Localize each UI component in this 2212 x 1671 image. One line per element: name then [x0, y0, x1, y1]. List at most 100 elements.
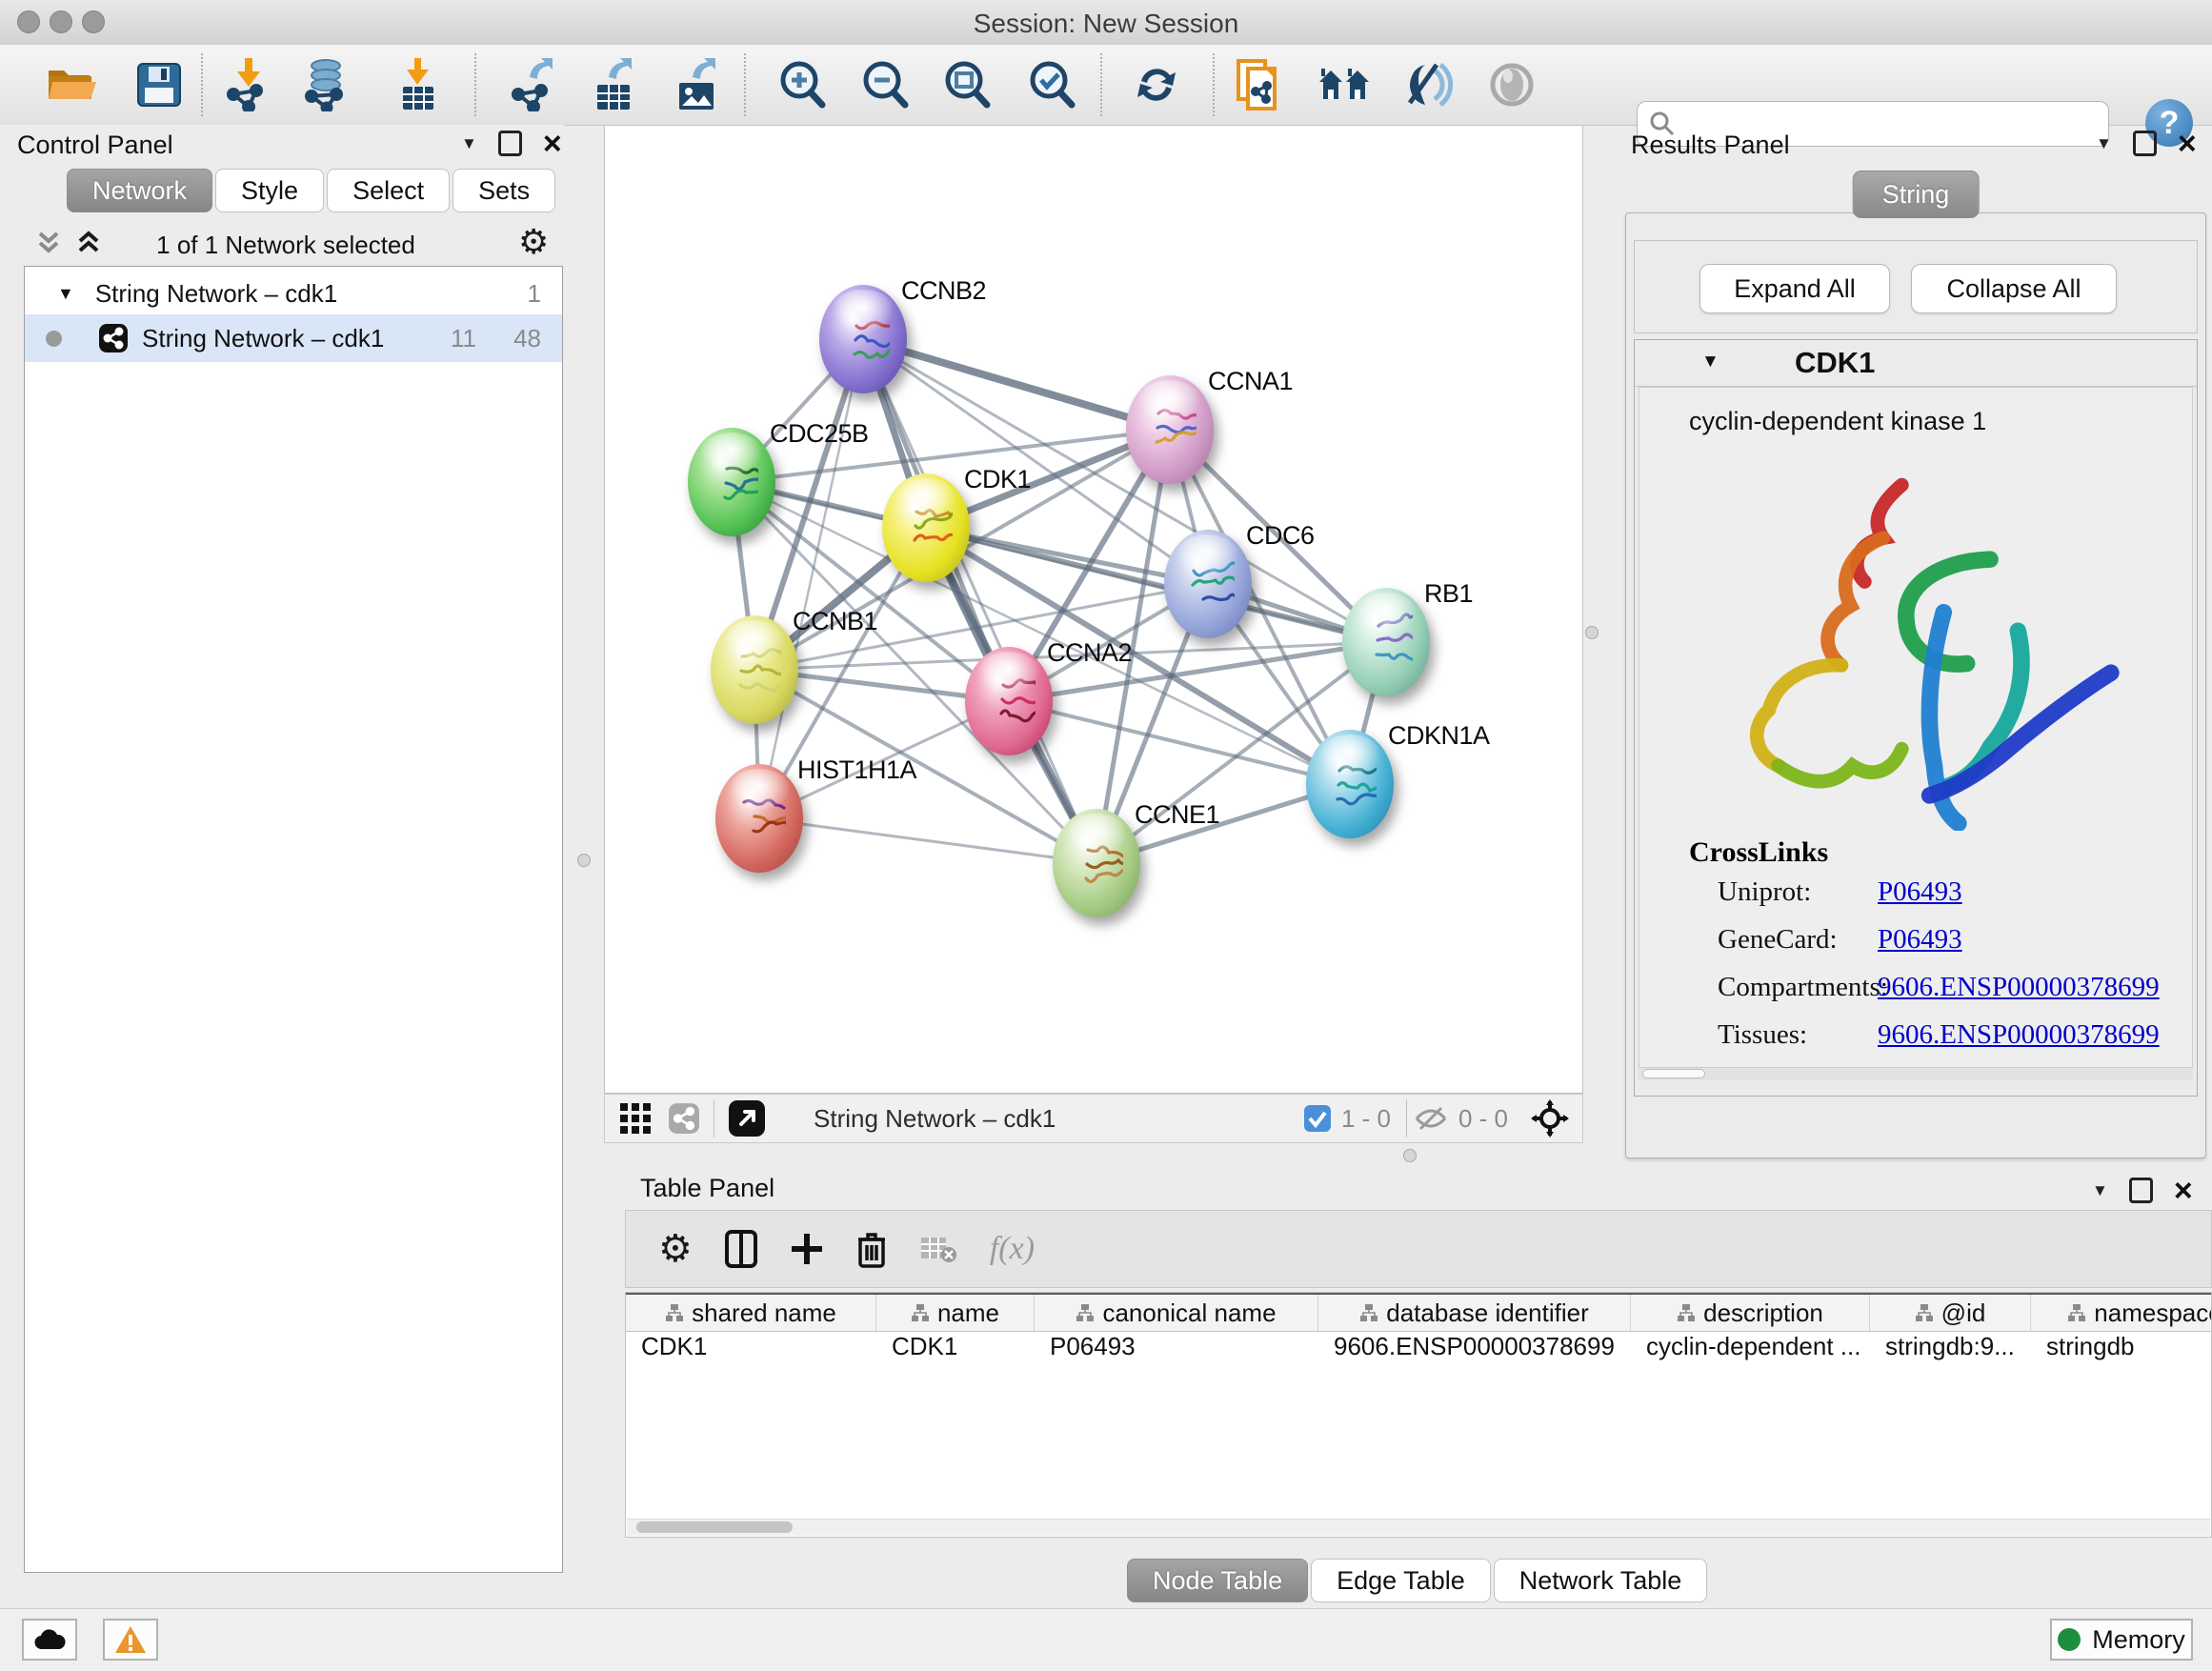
open-in-window-icon[interactable]	[728, 1099, 766, 1137]
crosslink-value-link[interactable]: 9606.ENSP00000378699	[1878, 1019, 2160, 1051]
bottom-splitter-handle[interactable]	[1403, 1149, 1417, 1162]
tab-sets[interactable]: Sets	[452, 169, 555, 212]
gene-expander-icon[interactable]: ▼	[1701, 352, 1719, 372]
export-network-icon[interactable]	[506, 57, 561, 112]
network-node-cdc6[interactable]	[1164, 530, 1252, 638]
clone-network-icon[interactable]	[1232, 57, 1287, 112]
results-panel-title: Results Panel	[1631, 131, 1790, 160]
collapse-all-button[interactable]: Collapse All	[1911, 264, 2117, 313]
panel-menu-icon[interactable]: ▼	[461, 134, 477, 153]
network-node-ccna1[interactable]	[1126, 375, 1214, 484]
tab-select[interactable]: Select	[327, 169, 450, 212]
gene-card-scrollbar[interactable]	[1639, 1067, 2193, 1080]
hide-panels-icon[interactable]	[1401, 57, 1457, 112]
table-horizontal-scrollbar[interactable]	[627, 1519, 2210, 1536]
table-cell: stringdb:9...	[1870, 1332, 2031, 1366]
expand-all-button[interactable]: Expand All	[1699, 264, 1890, 313]
tab-node-table[interactable]: Node Table	[1127, 1559, 1308, 1602]
close-panel-icon[interactable]: ×	[2178, 134, 2197, 153]
panel-menu-icon[interactable]: ▼	[2092, 1181, 2108, 1200]
network-options-gear-icon[interactable]: ⚙	[518, 226, 549, 260]
column-header-namespace[interactable]: namespace	[2031, 1295, 2212, 1331]
zoom-fit-icon[interactable]	[939, 57, 995, 112]
network-node-ccnb1[interactable]	[711, 615, 798, 724]
warning-status-button[interactable]	[103, 1619, 158, 1661]
collection-label: String Network – cdk1	[95, 279, 337, 309]
save-session-icon[interactable]	[131, 57, 187, 112]
show-columns-icon[interactable]	[725, 1230, 757, 1268]
column-header-database-identifier[interactable]: database identifier	[1318, 1295, 1631, 1331]
import-network-icon[interactable]	[221, 57, 276, 112]
grid-view-icon[interactable]	[618, 1101, 653, 1136]
zoom-selected-icon[interactable]	[1024, 57, 1079, 112]
network-node-ccna2[interactable]	[965, 647, 1053, 755]
memory-button[interactable]: Memory	[2050, 1619, 2193, 1661]
tab-network[interactable]: Network	[67, 169, 212, 212]
presentation-icon[interactable]	[1484, 57, 1539, 112]
column-header-@id[interactable]: @id	[1870, 1295, 2031, 1331]
right-splitter-handle[interactable]	[1585, 626, 1599, 639]
session-home-icon[interactable]	[1317, 57, 1373, 112]
hidden-eye-icon[interactable]	[1413, 1104, 1449, 1133]
network-node-rb1[interactable]	[1342, 588, 1430, 696]
table-cell: cyclin-dependent ...	[1631, 1332, 1870, 1366]
network-node-cdkn1a[interactable]	[1306, 730, 1394, 838]
refresh-icon[interactable]	[1129, 57, 1184, 112]
zoom-out-icon[interactable]	[857, 57, 913, 112]
titlebar: Session: New Session	[0, 0, 2212, 46]
float-panel-icon[interactable]	[2129, 1178, 2153, 1203]
import-network-database-icon[interactable]	[298, 57, 353, 112]
float-panel-icon[interactable]	[498, 131, 522, 156]
crosslink-row: Compartments:9606.ENSP00000378699	[1639, 972, 2192, 1019]
collapse-all-chevron-icon[interactable]	[34, 230, 63, 258]
gene-name: CDK1	[1795, 346, 1875, 380]
column-header-name[interactable]: name	[876, 1295, 1035, 1331]
left-splitter-handle[interactable]	[577, 854, 591, 867]
crosslink-value-link[interactable]: 9606.ENSP00000378699	[1878, 972, 2160, 1003]
table-options-gear-icon[interactable]: ⚙	[658, 1232, 693, 1266]
tab-edge-table[interactable]: Edge Table	[1311, 1559, 1491, 1602]
node-label-cdc6: CDC6	[1246, 521, 1315, 551]
crosslink-label: Tissues:	[1718, 1019, 1807, 1051]
collection-expander-icon[interactable]: ▼	[57, 284, 74, 304]
crosshair-icon[interactable]	[1531, 1099, 1569, 1137]
tab-string[interactable]: String	[1853, 171, 1980, 218]
float-panel-icon[interactable]	[2133, 131, 2157, 156]
network-node-cdk1[interactable]	[882, 473, 970, 582]
open-session-icon[interactable]	[44, 57, 99, 112]
network-node-ccnb2[interactable]	[819, 285, 907, 393]
tab-network-table[interactable]: Network Table	[1494, 1559, 1708, 1602]
zoom-in-icon[interactable]	[774, 57, 830, 112]
crosslink-value-link[interactable]: P06493	[1878, 924, 1962, 956]
column-header-canonical-name[interactable]: canonical name	[1035, 1295, 1318, 1331]
import-table-icon[interactable]	[390, 57, 445, 112]
cloud-status-button[interactable]	[22, 1619, 77, 1661]
toolbar-separator	[744, 53, 746, 116]
table-row[interactable]: CDK1CDK1P064939606.ENSP00000378699cyclin…	[626, 1332, 2212, 1366]
delete-column-icon[interactable]	[856, 1230, 887, 1268]
panel-menu-icon[interactable]: ▼	[2096, 134, 2112, 153]
string-app-icon[interactable]	[668, 1102, 700, 1135]
close-panel-icon[interactable]: ×	[543, 134, 562, 153]
selected-checkbox-icon[interactable]	[1303, 1104, 1332, 1133]
column-header-description[interactable]: description	[1631, 1295, 1870, 1331]
tab-style[interactable]: Style	[215, 169, 324, 212]
crosslink-value-link[interactable]: P06493	[1878, 876, 1962, 908]
network-node-cdc25b[interactable]	[688, 428, 775, 536]
node-gloss	[728, 769, 791, 813]
network-row[interactable]: String Network – cdk1 11 48	[25, 314, 562, 362]
export-image-icon[interactable]	[670, 57, 725, 112]
toolbar-separator	[201, 53, 203, 116]
export-table-icon[interactable]	[586, 57, 641, 112]
network-node-hist1h1a[interactable]	[715, 764, 803, 873]
close-panel-icon[interactable]: ×	[2174, 1181, 2193, 1200]
create-column-icon[interactable]	[790, 1232, 824, 1266]
function-builder-icon[interactable]: f(x)	[990, 1231, 1035, 1267]
network-canvas[interactable]: CCNB2CCNA1CDC25BCDK1CDC6RB1CCNB1CCNA2CDK…	[604, 125, 1583, 1094]
network-collection-row[interactable]: ▼ String Network – cdk1 1	[25, 272, 562, 314]
column-header-shared-name[interactable]: shared name	[626, 1295, 876, 1331]
network-node-ccne1[interactable]	[1053, 809, 1140, 917]
app-window: Session: New Session	[0, 0, 2212, 1671]
delete-table-icon[interactable]	[919, 1234, 957, 1264]
node-table: shared namenamecanonical namedatabase id…	[625, 1292, 2212, 1538]
